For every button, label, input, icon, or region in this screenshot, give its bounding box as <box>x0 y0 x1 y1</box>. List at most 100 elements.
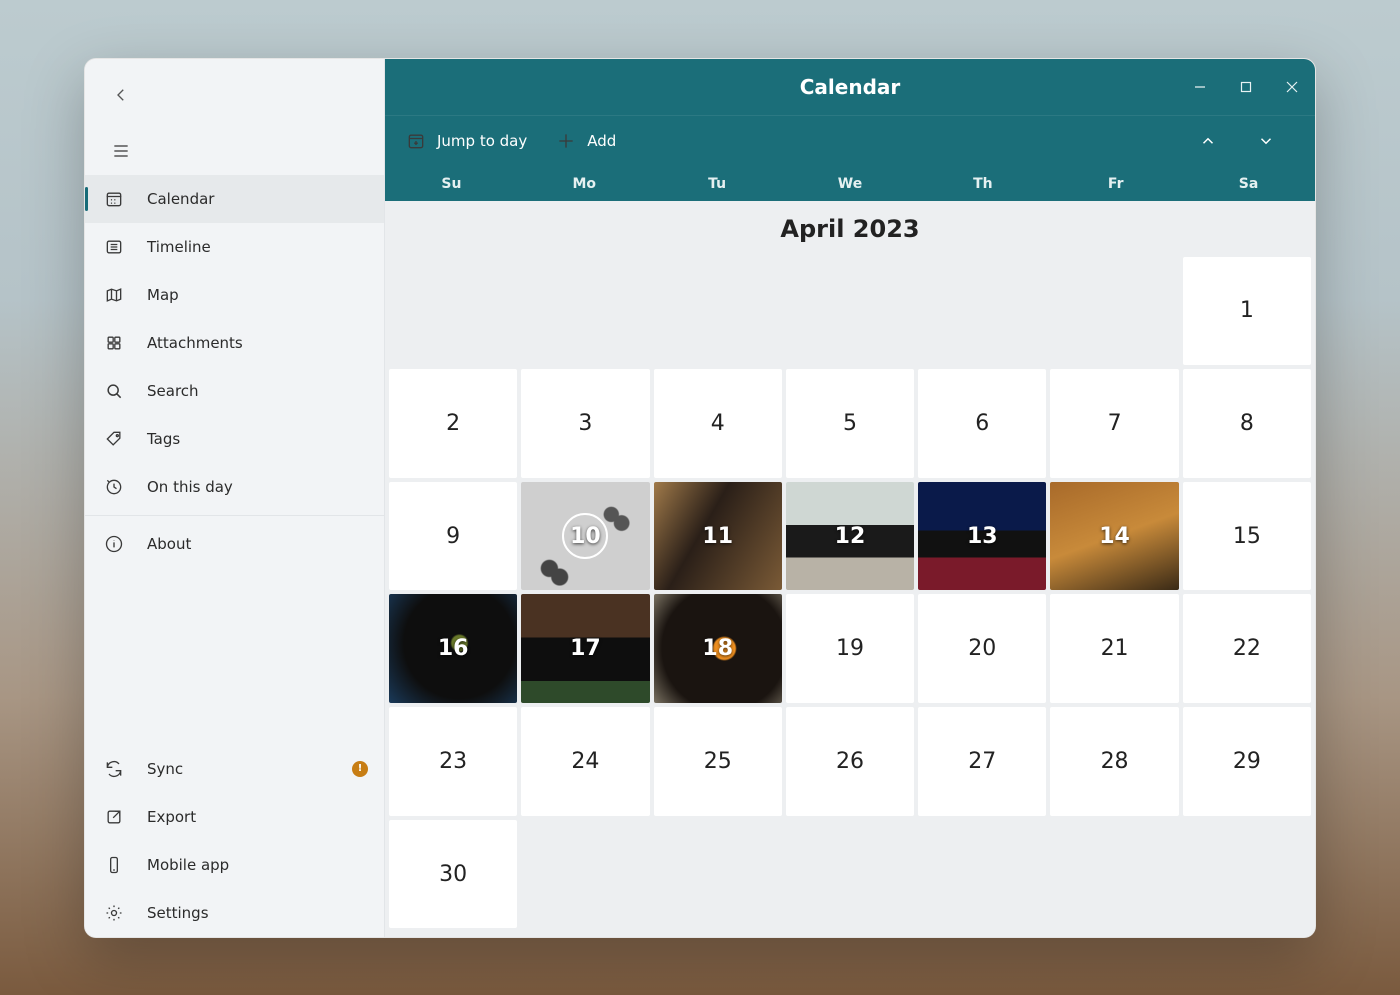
day-number: 8 <box>1240 411 1254 436</box>
day-number: 30 <box>439 862 467 887</box>
sidebar-item-label: Map <box>147 286 179 304</box>
day-number: 5 <box>843 411 857 436</box>
day-number: 26 <box>836 749 864 774</box>
main-panel: Calendar Jump to day <box>385 59 1315 937</box>
day-number: 22 <box>1233 636 1261 661</box>
calendar-day-24[interactable]: 24 <box>521 707 649 816</box>
day-number: 13 <box>967 524 998 549</box>
calendar-day-19[interactable]: 19 <box>786 594 914 703</box>
sidebar-item-label: Tags <box>147 430 180 448</box>
day-number: 20 <box>968 636 996 661</box>
minimize-button[interactable] <box>1177 59 1223 115</box>
weekday-label: Fr <box>1049 167 1182 201</box>
sidebar-item-calendar[interactable]: Calendar <box>85 175 384 223</box>
calendar-day-21[interactable]: 21 <box>1050 594 1178 703</box>
day-number: 29 <box>1233 749 1261 774</box>
month-label: April 2023 <box>385 201 1315 257</box>
attachments-icon <box>103 332 125 354</box>
calendar-day-15[interactable]: 15 <box>1183 482 1311 591</box>
calendar-day-17[interactable]: 17 <box>521 594 649 703</box>
calendar-cell-empty <box>1183 820 1311 929</box>
calendar-day-5[interactable]: 5 <box>786 369 914 478</box>
sidebar-item-attachments[interactable]: Attachments <box>85 319 384 367</box>
weekday-label: Mo <box>518 167 651 201</box>
calendar-day-22[interactable]: 22 <box>1183 594 1311 703</box>
day-number: 19 <box>836 636 864 661</box>
sidebar-item-label: Search <box>147 382 199 400</box>
toolbar: Jump to day Add <box>385 115 1315 167</box>
calendar-day-29[interactable]: 29 <box>1183 707 1311 816</box>
sidebar-item-label: Mobile app <box>147 856 229 874</box>
timeline-icon <box>103 236 125 258</box>
sidebar-item-timeline[interactable]: Timeline <box>85 223 384 271</box>
sidebar-item-map[interactable]: Map <box>85 271 384 319</box>
calendar-day-18[interactable]: 18 <box>654 594 782 703</box>
search-icon <box>103 380 125 402</box>
day-number: 9 <box>446 524 460 549</box>
next-month-button[interactable] <box>1257 132 1275 150</box>
calendar-day-3[interactable]: 3 <box>521 369 649 478</box>
hamburger-button[interactable] <box>103 133 139 169</box>
sidebar-item-settings[interactable]: Settings <box>85 889 384 937</box>
day-number: 6 <box>975 411 989 436</box>
onthisday-icon <box>103 476 125 498</box>
day-number: 2 <box>446 411 460 436</box>
calendar-cell-empty <box>654 820 782 929</box>
calendar-day-14[interactable]: 14 <box>1050 482 1178 591</box>
sidebar-item-about[interactable]: About <box>85 520 384 568</box>
close-button[interactable] <box>1269 59 1315 115</box>
calendar-day-25[interactable]: 25 <box>654 707 782 816</box>
sidebar-item-sync[interactable]: Sync! <box>85 745 384 793</box>
calendar-day-28[interactable]: 28 <box>1050 707 1178 816</box>
calendar-day-13[interactable]: 13 <box>918 482 1046 591</box>
calendar-day-10[interactable]: 10 <box>521 482 649 591</box>
calendar-cell-empty <box>389 257 517 366</box>
calendar-day-11[interactable]: 11 <box>654 482 782 591</box>
add-button[interactable]: Add <box>555 130 616 152</box>
calendar-day-26[interactable]: 26 <box>786 707 914 816</box>
info-icon <box>103 533 125 555</box>
calendar-cell-empty <box>918 257 1046 366</box>
day-number: 27 <box>968 749 996 774</box>
calendar-day-6[interactable]: 6 <box>918 369 1046 478</box>
weekday-label: Tu <box>651 167 784 201</box>
calendar-day-7[interactable]: 7 <box>1050 369 1178 478</box>
sync-warning-badge: ! <box>352 761 368 777</box>
calendar-day-9[interactable]: 9 <box>389 482 517 591</box>
calendar-day-4[interactable]: 4 <box>654 369 782 478</box>
calendar-day-20[interactable]: 20 <box>918 594 1046 703</box>
sidebar: Calendar Timeline Map Attachments Search Tags… <box>85 59 385 937</box>
settings-icon <box>103 902 125 924</box>
sidebar-item-on-this-day[interactable]: On this day <box>85 463 384 511</box>
maximize-button[interactable] <box>1223 59 1269 115</box>
calendar-cell-empty <box>786 820 914 929</box>
calendar-day-2[interactable]: 2 <box>389 369 517 478</box>
sidebar-item-mobile-app[interactable]: Mobile app <box>85 841 384 889</box>
calendar-cell-empty <box>1050 820 1178 929</box>
jump-to-day-button[interactable]: Jump to day <box>405 130 527 152</box>
sidebar-item-label: On this day <box>147 478 233 496</box>
calendar-cell-empty <box>521 257 649 366</box>
sidebar-item-export[interactable]: Export <box>85 793 384 841</box>
weekday-label: Su <box>385 167 518 201</box>
day-number: 18 <box>702 636 733 661</box>
calendar-day-16[interactable]: 16 <box>389 594 517 703</box>
calendar-day-30[interactable]: 30 <box>389 820 517 929</box>
tags-icon <box>103 428 125 450</box>
calendar-day-8[interactable]: 8 <box>1183 369 1311 478</box>
sidebar-item-label: Attachments <box>147 334 243 352</box>
calendar-day-12[interactable]: 12 <box>786 482 914 591</box>
window-title: Calendar <box>800 75 901 99</box>
titlebar: Calendar <box>385 59 1315 115</box>
weekday-header: SuMoTuWeThFrSa <box>385 167 1315 201</box>
sidebar-item-label: Timeline <box>147 238 211 256</box>
calendar-icon <box>103 188 125 210</box>
calendar-day-1[interactable]: 1 <box>1183 257 1311 366</box>
calendar-cell-empty <box>1050 257 1178 366</box>
calendar-day-27[interactable]: 27 <box>918 707 1046 816</box>
back-button[interactable] <box>103 77 139 113</box>
prev-month-button[interactable] <box>1199 132 1217 150</box>
sidebar-item-search[interactable]: Search <box>85 367 384 415</box>
calendar-day-23[interactable]: 23 <box>389 707 517 816</box>
sidebar-item-tags[interactable]: Tags <box>85 415 384 463</box>
